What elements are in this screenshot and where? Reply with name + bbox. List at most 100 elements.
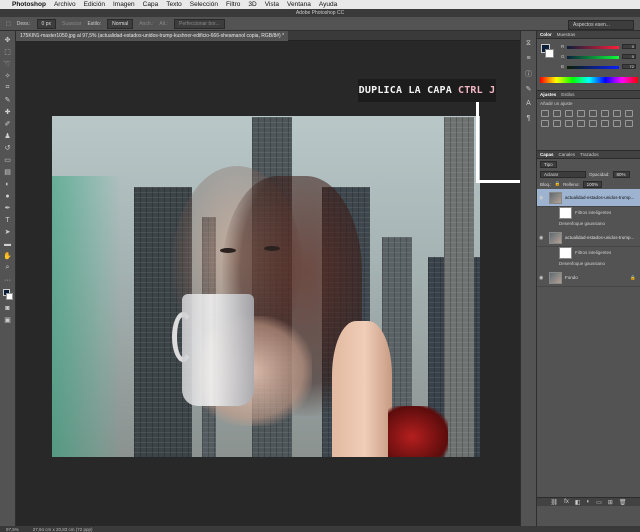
fill-input[interactable]: 100% [582, 180, 603, 188]
properties-icon[interactable]: ≡ [524, 54, 533, 63]
healing-brush-icon[interactable]: ✚ [3, 107, 13, 117]
visibility-eye-icon[interactable]: ◉ [539, 235, 545, 241]
levels-icon[interactable] [553, 110, 561, 117]
menu-texto[interactable]: Texto [166, 1, 182, 8]
tab-muestras[interactable]: Muestras [557, 32, 576, 37]
slider-b[interactable] [567, 66, 619, 69]
eyedropper-icon[interactable]: ✎ [3, 95, 13, 105]
new-layer-icon[interactable]: ⊞ [608, 499, 613, 506]
slider-b-value[interactable]: 72 [622, 64, 636, 69]
slider-r[interactable] [567, 46, 619, 49]
visibility-eye-icon[interactable]: ◉ [539, 275, 545, 281]
layer-kind-select[interactable]: Tipo [540, 160, 557, 168]
estilo-select[interactable]: Normal [107, 18, 134, 29]
marquee-tool-icon[interactable]: ⬚ [3, 47, 13, 57]
fx-icon[interactable]: fx [564, 499, 569, 505]
menu-capa[interactable]: Capa [143, 1, 159, 8]
black-white-icon[interactable] [625, 110, 633, 117]
photo-filter-icon[interactable] [541, 120, 549, 127]
trash-icon[interactable]: 🗑 [619, 499, 627, 506]
background-color[interactable] [545, 49, 554, 58]
character-icon[interactable]: A [524, 99, 533, 108]
shape-tool-icon[interactable]: ▬ [3, 239, 13, 249]
hue-saturation-icon[interactable] [601, 110, 609, 117]
brush-panel-icon[interactable]: ✎ [524, 84, 533, 93]
slider-r-value[interactable]: 0 [622, 44, 636, 49]
vibrance-icon[interactable] [589, 110, 597, 117]
info-icon[interactable]: ⓘ [524, 69, 533, 78]
invert-icon[interactable] [577, 120, 585, 127]
zoom-level[interactable]: 97,5% [6, 527, 19, 532]
marquee-tool-icon[interactable]: ⬚ [6, 21, 11, 27]
filter-row[interactable]: Desenfoque gaussiano [537, 218, 640, 229]
adjustment-layer-icon[interactable]: ◐ [587, 499, 591, 505]
exposure-icon[interactable] [577, 110, 585, 117]
tab-canales[interactable]: Canales [559, 152, 576, 157]
menu-3d[interactable]: 3D [248, 1, 256, 8]
eraser-icon[interactable]: ▭ [3, 155, 13, 165]
history-icon[interactable]: ⧖ [524, 39, 533, 48]
canvas-area[interactable] [16, 41, 520, 526]
tab-color[interactable]: Color [540, 32, 552, 37]
document-image[interactable] [52, 116, 480, 457]
document-size[interactable]: 27,94 cm x 20,83 cm (72 ppp) [33, 527, 93, 532]
menu-edicion[interactable]: Edición [84, 1, 105, 8]
menu-filtro[interactable]: Filtro [226, 1, 240, 8]
lock-icon[interactable]: 🔒 [555, 181, 561, 187]
layer-item[interactable]: ◉ Fondo 🔒 [537, 269, 640, 287]
link-layers-icon[interactable]: ⛓ [551, 499, 559, 506]
document-tab[interactable]: 175KIN1-master1050.jpg al 97,5% (actuali… [16, 31, 289, 41]
blur-tool-icon[interactable]: ◐ [3, 179, 13, 189]
app-menu[interactable]: Photoshop [12, 1, 46, 8]
posterize-icon[interactable] [589, 120, 597, 127]
type-tool-icon[interactable]: T [3, 215, 13, 225]
menu-archivo[interactable]: Archivo [54, 1, 76, 8]
brush-tool-icon[interactable]: ✐ [3, 119, 13, 129]
layer-item[interactable]: ◉ actualidad-estados-unidos-trump... [537, 229, 640, 247]
selective-color-icon[interactable] [625, 120, 633, 127]
slider-g-value[interactable]: 0 [622, 54, 636, 59]
color-spectrum[interactable] [540, 77, 638, 83]
move-tool-icon[interactable]: ✥ [3, 35, 13, 45]
stamp-tool-icon[interactable]: ♟ [3, 131, 13, 141]
perfeccionar-button[interactable]: Perfeccionar bor... [174, 18, 225, 29]
path-select-icon[interactable]: ➤ [3, 227, 13, 237]
pen-tool-icon[interactable]: ✒ [3, 203, 13, 213]
menu-ventana[interactable]: Ventana [287, 1, 311, 8]
tab-capas[interactable]: Capas [540, 152, 554, 157]
gradient-icon[interactable]: ▤ [3, 167, 13, 177]
paragraph-icon[interactable]: ¶ [524, 114, 533, 123]
lasso-tool-icon[interactable]: ➰ [3, 59, 13, 69]
smart-filters-row[interactable]: Filtros inteligentes [537, 246, 640, 259]
history-brush-icon[interactable]: ↺ [3, 143, 13, 153]
add-mask-icon[interactable]: ◧ [575, 499, 581, 506]
menu-seleccion[interactable]: Selección [190, 1, 218, 8]
gradient-map-icon[interactable] [613, 120, 621, 127]
curves-icon[interactable] [565, 110, 573, 117]
layer-item[interactable]: ◉ actualidad-estados-unidos-trump... [537, 189, 640, 207]
tab-trazados[interactable]: Trazados [580, 152, 599, 157]
threshold-icon[interactable] [601, 120, 609, 127]
menu-vista[interactable]: Vista [265, 1, 279, 8]
color-swatches[interactable] [2, 289, 13, 301]
menu-ayuda[interactable]: Ayuda [319, 1, 337, 8]
filter-row[interactable]: Desenfoque gaussiano [537, 258, 640, 269]
background-color[interactable] [5, 293, 13, 300]
more-tools-icon[interactable]: ··· [3, 275, 13, 285]
visibility-eye-icon[interactable]: ◉ [539, 195, 545, 201]
dodge-tool-icon[interactable]: ● [3, 191, 13, 201]
tab-ajustes[interactable]: Ajustes [540, 92, 556, 97]
smart-filters-row[interactable]: Filtros inteligentes [537, 206, 640, 219]
quick-mask-icon[interactable]: ◙ [3, 303, 13, 313]
hand-tool-icon[interactable]: ✋ [3, 251, 13, 261]
tab-estilos[interactable]: Estilos [561, 92, 574, 97]
color-lookup-icon[interactable] [565, 120, 573, 127]
crop-tool-icon[interactable]: ⌗ [3, 83, 13, 93]
new-group-icon[interactable]: ▭ [596, 499, 602, 506]
blend-mode-select[interactable]: Aclarar [540, 170, 586, 178]
zoom-tool-icon[interactable]: ⌕ [3, 263, 13, 273]
opacity-input[interactable]: 80% [612, 170, 630, 178]
suavizar-checkbox[interactable]: Suavizar [62, 21, 81, 27]
layer-name[interactable]: actualidad-estados-unidos-trump... [565, 235, 634, 240]
layer-name[interactable]: Fondo [565, 275, 578, 280]
